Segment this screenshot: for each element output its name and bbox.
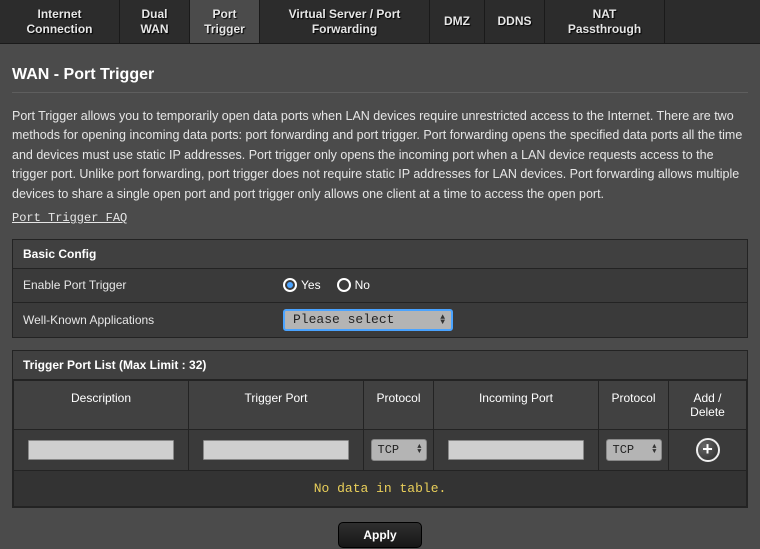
- trigger-port-list-panel: Trigger Port List (Max Limit : 32) Descr…: [12, 350, 748, 508]
- tab-virtual-server[interactable]: Virtual Server / Port Forwarding: [260, 0, 430, 43]
- description-input[interactable]: [28, 440, 174, 460]
- trigger-port-input[interactable]: [203, 440, 349, 460]
- tab-dual-wan[interactable]: Dual WAN: [120, 0, 190, 43]
- faq-link[interactable]: Port Trigger FAQ: [12, 211, 127, 225]
- plus-icon: +: [702, 439, 713, 460]
- col-trigger-port: Trigger Port: [189, 381, 364, 430]
- radio-yes-label: Yes: [301, 278, 321, 292]
- tab-internet-connection[interactable]: Internet Connection: [0, 0, 120, 43]
- table-row: TCP ▲▼ TCP ▲▼ +: [14, 430, 746, 471]
- top-tabs: Internet Connection Dual WAN Port Trigge…: [0, 0, 760, 44]
- radio-yes[interactable]: [283, 278, 297, 292]
- incoming-protocol-select[interactable]: TCP ▲▼: [606, 439, 662, 461]
- chevron-updown-icon: ▲▼: [417, 445, 421, 455]
- incoming-port-input[interactable]: [448, 440, 585, 460]
- row-well-known-apps: Well-Known Applications Please select ▲▼: [13, 303, 747, 337]
- col-protocol-2: Protocol: [599, 381, 669, 430]
- trigger-port-table: Description Trigger Port Protocol Incomi…: [13, 380, 747, 507]
- table-header-row: Description Trigger Port Protocol Incomi…: [14, 381, 746, 430]
- content: WAN - Port Trigger Port Trigger allows y…: [0, 44, 760, 549]
- chevron-updown-icon: ▲▼: [652, 445, 656, 455]
- radio-no[interactable]: [337, 278, 351, 292]
- row-enable-port-trigger: Enable Port Trigger Yes No: [13, 269, 747, 303]
- page-description: Port Trigger allows you to temporarily o…: [12, 107, 748, 204]
- apply-row: Apply: [12, 522, 748, 548]
- col-protocol-1: Protocol: [364, 381, 434, 430]
- well-known-apps-label: Well-Known Applications: [13, 305, 273, 335]
- incoming-protocol-value: TCP: [613, 443, 635, 457]
- col-incoming-port: Incoming Port: [434, 381, 599, 430]
- well-known-apps-select[interactable]: Please select ▲▼: [283, 309, 453, 331]
- tab-dmz[interactable]: DMZ: [430, 0, 485, 43]
- table-empty-message: No data in table.: [14, 471, 746, 506]
- col-description: Description: [14, 381, 189, 430]
- basic-config-panel: Basic Config Enable Port Trigger Yes No …: [12, 239, 748, 338]
- col-add-delete: Add / Delete: [669, 381, 746, 430]
- trigger-port-list-header: Trigger Port List (Max Limit : 32): [13, 351, 747, 380]
- divider: [12, 92, 748, 93]
- chevron-updown-icon: ▲▼: [440, 315, 445, 325]
- tab-port-trigger[interactable]: Port Trigger: [190, 0, 260, 43]
- enable-port-trigger-control: Yes No: [273, 272, 747, 298]
- well-known-apps-value: Please select: [293, 312, 394, 327]
- tab-ddns[interactable]: DDNS: [485, 0, 545, 43]
- basic-config-header: Basic Config: [13, 240, 747, 269]
- trigger-protocol-value: TCP: [378, 443, 400, 457]
- page-title: WAN - Port Trigger: [12, 66, 748, 84]
- tab-nat-passthrough[interactable]: NAT Passthrough: [545, 0, 665, 43]
- trigger-protocol-select[interactable]: TCP ▲▼: [371, 439, 427, 461]
- apply-button[interactable]: Apply: [338, 522, 422, 548]
- add-button[interactable]: +: [696, 438, 720, 462]
- radio-no-label: No: [355, 278, 370, 292]
- enable-port-trigger-label: Enable Port Trigger: [13, 270, 273, 300]
